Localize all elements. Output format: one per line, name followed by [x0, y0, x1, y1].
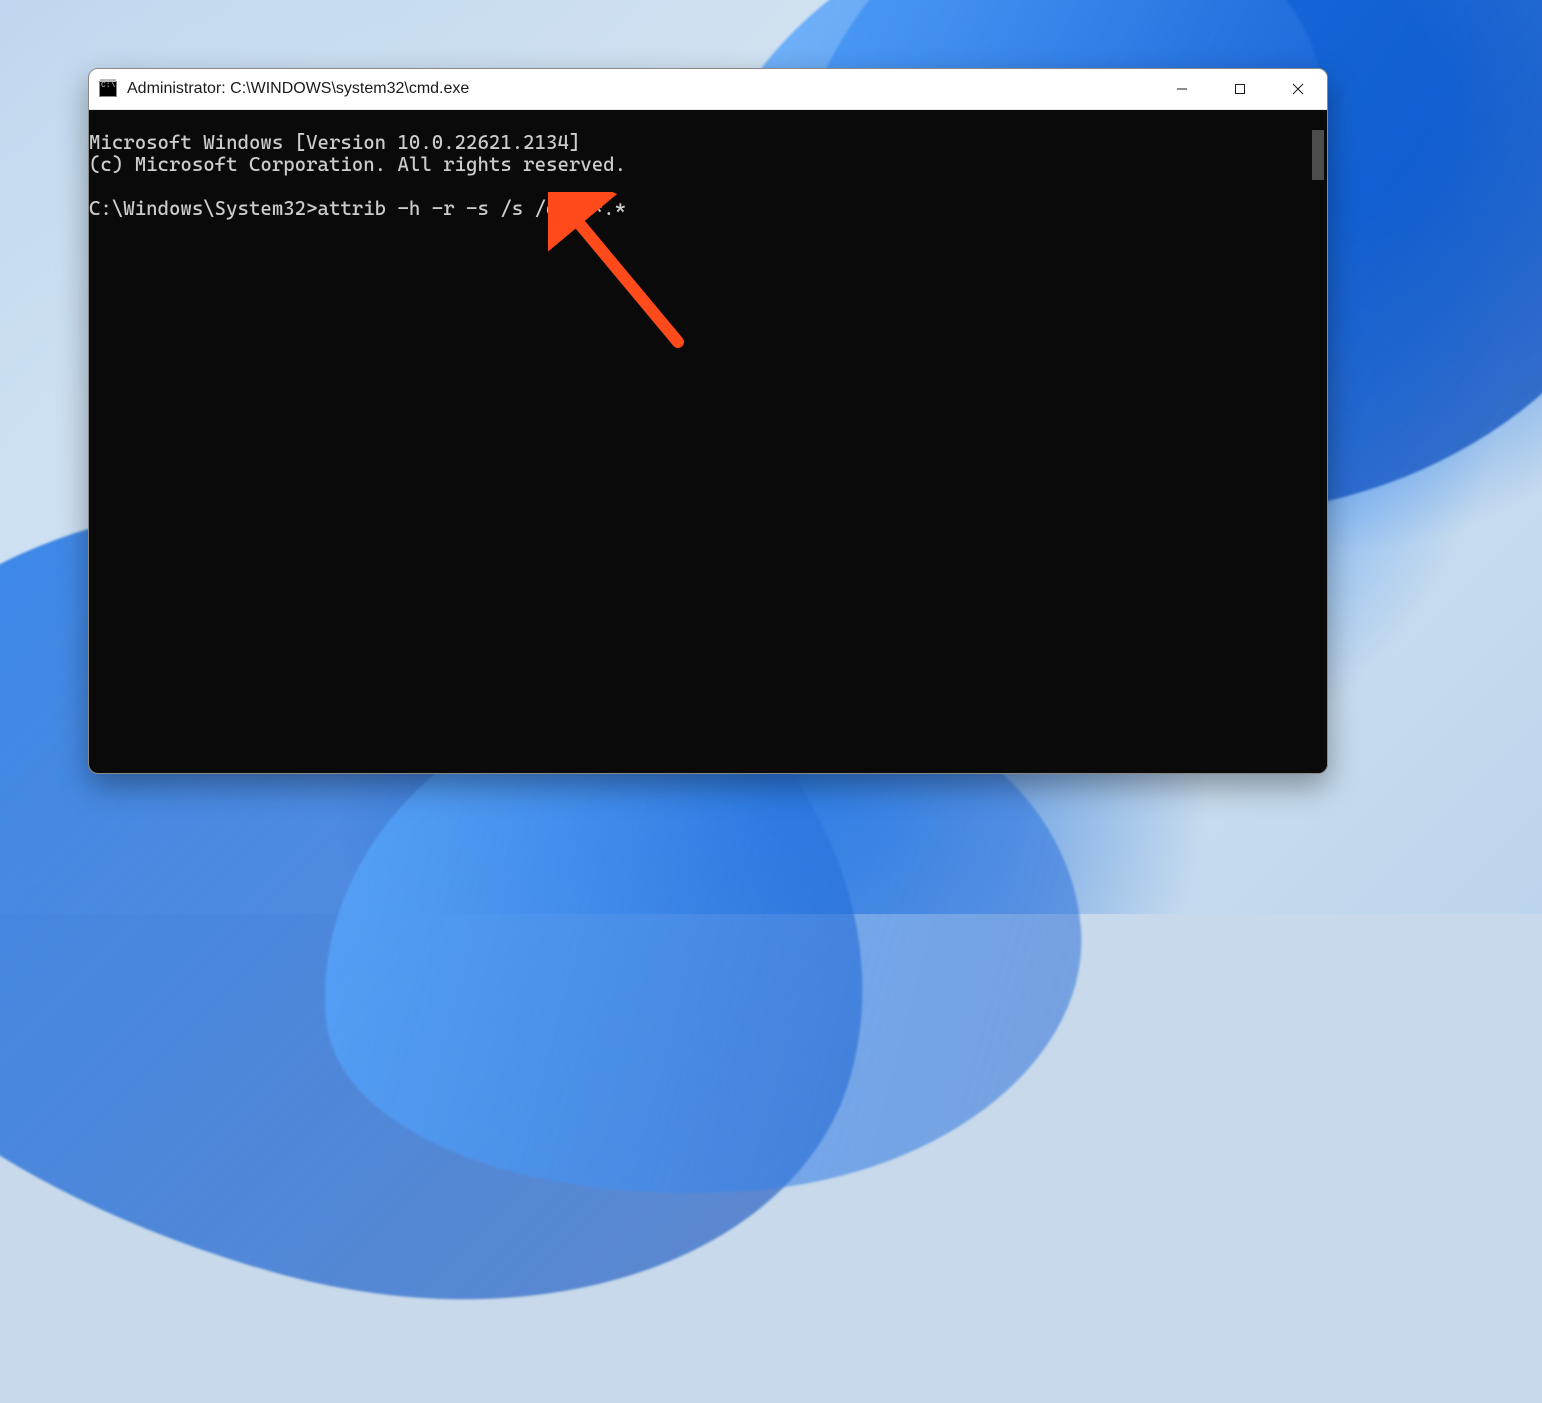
window-controls — [1153, 69, 1327, 109]
maximize-button[interactable] — [1211, 69, 1269, 109]
minimize-button[interactable] — [1153, 69, 1211, 109]
terminal-area[interactable]: Microsoft Windows [Version 10.0.22621.21… — [89, 110, 1327, 773]
cmd-icon — [99, 81, 117, 97]
terminal-line: Microsoft Windows [Version 10.0.22621.21… — [89, 131, 580, 154]
cmd-window: Administrator: C:\WINDOWS\system32\cmd.e… — [88, 68, 1328, 774]
close-button[interactable] — [1269, 69, 1327, 109]
window-titlebar[interactable]: Administrator: C:\WINDOWS\system32\cmd.e… — [89, 69, 1327, 110]
terminal-scrollbar[interactable] — [1309, 110, 1327, 773]
scrollbar-thumb[interactable] — [1312, 130, 1324, 180]
window-title: Administrator: C:\WINDOWS\system32\cmd.e… — [127, 80, 469, 98]
terminal-line: (c) Microsoft Corporation. All rights re… — [89, 153, 626, 176]
terminal-line: C:\Windows\System32>attrib -h -r -s /s /… — [89, 197, 626, 220]
terminal-output[interactable]: Microsoft Windows [Version 10.0.22621.21… — [89, 130, 1309, 754]
